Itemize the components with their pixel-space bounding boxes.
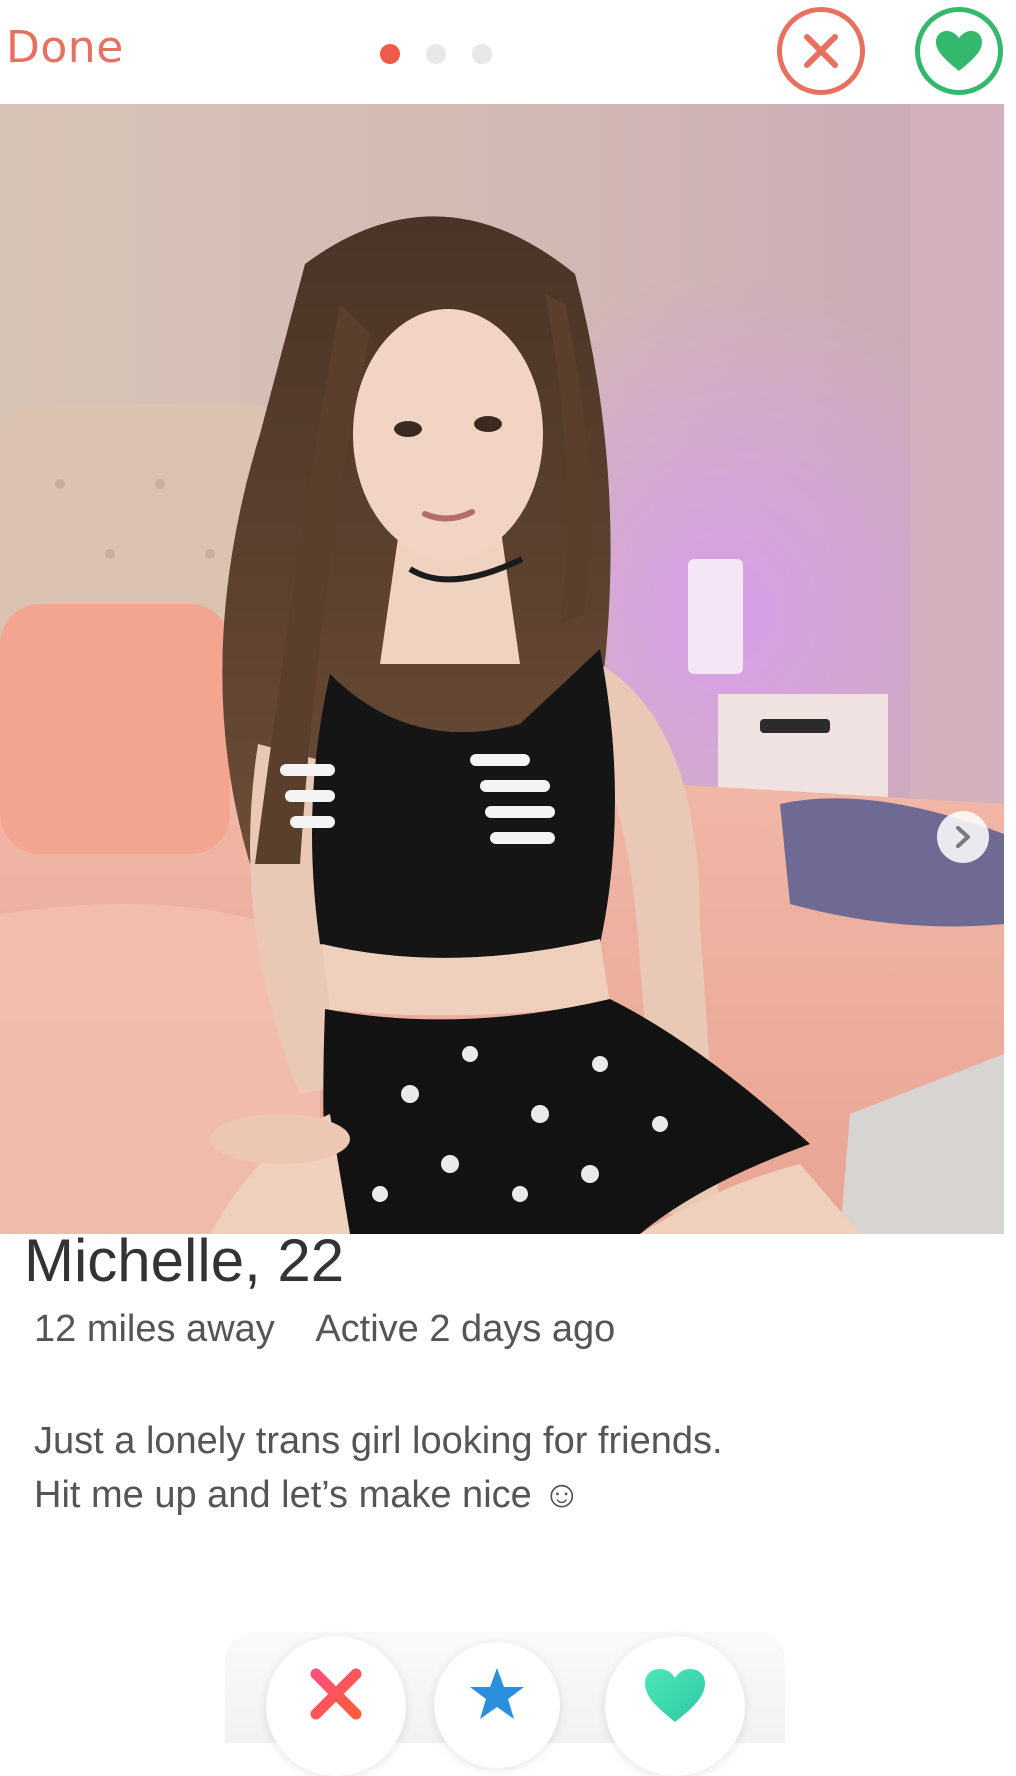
like-bottom-button[interactable] [605, 1636, 745, 1776]
star-icon [470, 1668, 524, 1719]
super-like-button[interactable] [434, 1642, 560, 1768]
chevron-right-icon [956, 826, 970, 848]
heart-icon [936, 31, 982, 71]
top-bar: Done [0, 0, 1016, 104]
photo-indicator [380, 44, 492, 64]
photo-dot-active[interactable] [380, 44, 400, 64]
profile-photo[interactable] [0, 104, 1004, 1234]
photo-illustration [0, 104, 1004, 1234]
profile-bio: Just a lonely trans girl looking for fri… [34, 1414, 723, 1522]
done-button[interactable]: Done [6, 26, 124, 70]
photo-dot[interactable] [472, 44, 492, 64]
pass-button[interactable] [777, 7, 865, 95]
nope-button[interactable] [266, 1636, 406, 1776]
bio-line: Just a lonely trans girl looking for fri… [34, 1420, 723, 1462]
heart-icon [645, 1669, 705, 1722]
x-icon [310, 1668, 362, 1720]
bio-line: Hit me up and let’s make nice ☺ [34, 1474, 582, 1516]
close-icon [804, 34, 838, 68]
profile-name-age: Michelle, 22 [24, 1227, 345, 1294]
profile-meta: 12 miles away Active 2 days ago [34, 1308, 615, 1351]
next-photo-button[interactable] [937, 811, 989, 863]
like-button[interactable] [915, 7, 1003, 95]
photo-dot[interactable] [426, 44, 446, 64]
distance-text: 12 miles away [34, 1308, 275, 1350]
activity-text: Active 2 days ago [315, 1308, 616, 1350]
